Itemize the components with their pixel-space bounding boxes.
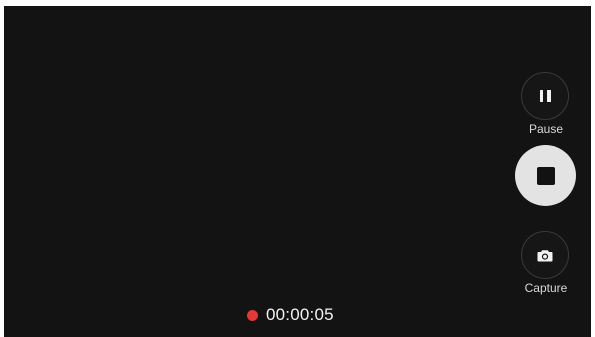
pause-label: Pause	[528, 122, 564, 136]
elapsed-time: 00:00:05	[266, 305, 334, 324]
recording-timer: 00:00:05	[247, 305, 334, 325]
pause-icon	[539, 90, 551, 102]
capture-label: Capture	[524, 281, 568, 295]
stop-icon	[536, 166, 555, 185]
stop-recording-button[interactable]	[515, 145, 576, 206]
pause-button[interactable]	[521, 72, 569, 120]
capture-button[interactable]	[521, 231, 569, 279]
record-dot-icon	[247, 309, 258, 321]
camera-viewfinder	[4, 6, 591, 337]
camera-icon	[537, 249, 553, 261]
